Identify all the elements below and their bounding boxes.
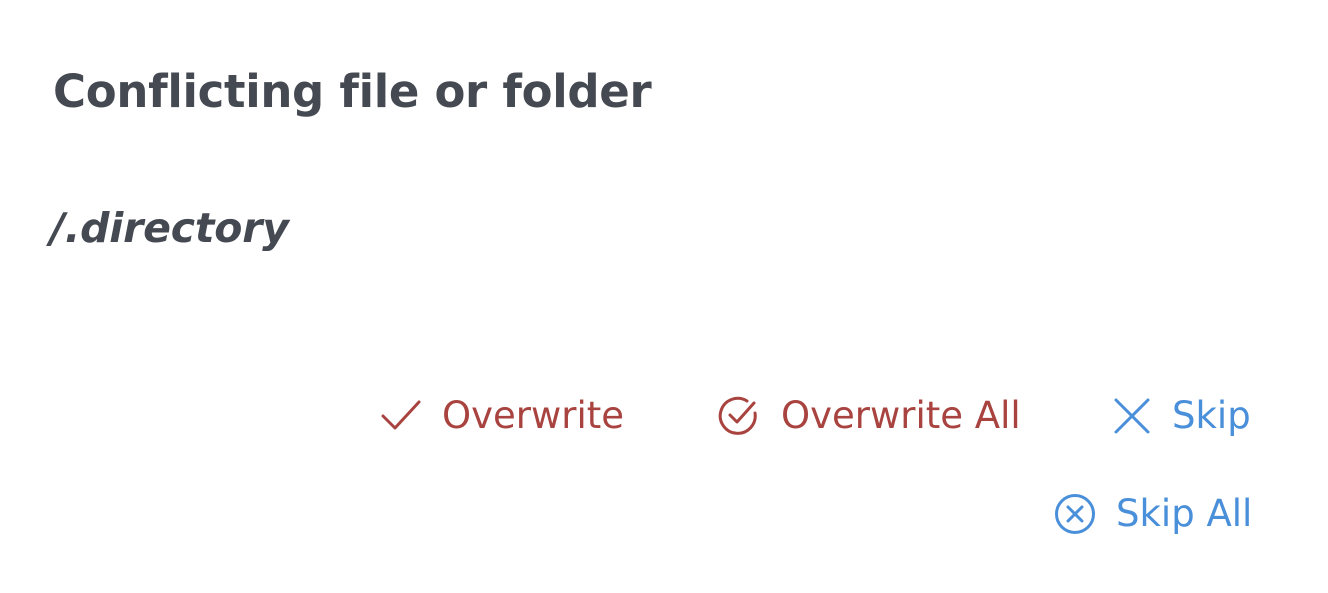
overwrite-all-button[interactable]: Overwrite All	[717, 391, 1021, 441]
conflict-path: /.directory	[50, 204, 289, 252]
skip-all-button[interactable]: Skip All	[1054, 489, 1252, 539]
dialog-title: Conflicting file or folder	[53, 65, 652, 118]
skip-all-label: Skip All	[1116, 492, 1253, 535]
conflict-dialog: Conflicting file or folder /.directory O…	[0, 0, 1328, 593]
skip-button[interactable]: Skip	[1112, 391, 1251, 441]
overwrite-all-label: Overwrite All	[781, 394, 1021, 437]
overwrite-label: Overwrite	[442, 394, 625, 437]
close-circle-icon	[1054, 493, 1096, 535]
check-circle-icon	[717, 394, 761, 438]
skip-label: Skip	[1172, 394, 1251, 437]
close-icon	[1112, 396, 1152, 436]
check-icon	[380, 395, 422, 437]
overwrite-button[interactable]: Overwrite	[380, 391, 624, 441]
